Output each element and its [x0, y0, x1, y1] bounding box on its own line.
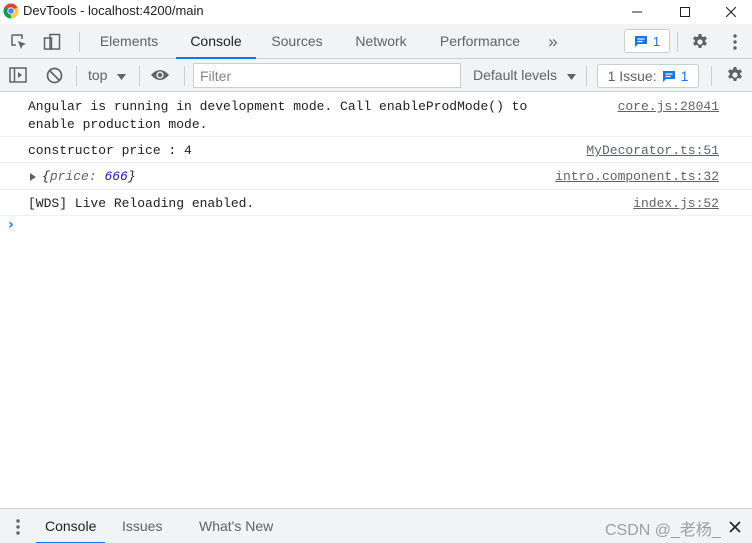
eye-icon: [151, 70, 169, 80]
log-message: Angular is running in development mode. …: [28, 98, 527, 134]
drawer-menu-button[interactable]: [8, 517, 28, 537]
log-source-link[interactable]: intro.component.ts:32: [555, 168, 719, 186]
context-selector[interactable]: top: [88, 67, 127, 83]
tab-sources[interactable]: Sources: [260, 24, 334, 59]
chrome-icon: [3, 3, 19, 19]
clear-icon: [46, 67, 62, 83]
devtools-tab-bar: Elements Console Sources Network Perform…: [0, 24, 752, 59]
more-tabs-button[interactable]: »: [540, 24, 566, 59]
expand-triangle-icon[interactable]: [30, 173, 36, 181]
gear-icon: [728, 67, 742, 81]
minimize-icon: [632, 11, 642, 13]
drawer-tab-console[interactable]: Console: [36, 509, 106, 543]
message-icon: [634, 35, 647, 47]
tab-network[interactable]: Network: [343, 24, 419, 59]
tab-elements[interactable]: Elements: [88, 24, 170, 59]
chevron-down-icon: [117, 74, 127, 80]
issues-label: 1 Issue:: [607, 68, 657, 84]
log-message-line: enable production mode.: [28, 117, 208, 132]
drawer-tab-bar: Console Issues What's New CSDN @_老杨_: [0, 508, 752, 543]
log-source-link[interactable]: core.js:28041: [618, 98, 719, 116]
console-settings-button[interactable]: [725, 65, 745, 85]
log-source-link[interactable]: index.js:52: [633, 195, 719, 213]
console-output: Angular is running in development mode. …: [0, 93, 752, 508]
window-title: DevTools - localhost:4200/main: [23, 3, 204, 18]
close-drawer-button[interactable]: [726, 518, 744, 536]
toolbar-divider: [139, 66, 140, 86]
settings-button[interactable]: [690, 32, 710, 52]
kebab-menu-icon: [16, 519, 20, 535]
drawer-tab-issues[interactable]: Issues: [113, 509, 171, 543]
window-title-bar: DevTools - localhost:4200/main: [0, 0, 752, 24]
log-message-line: Angular is running in development mode. …: [28, 99, 528, 114]
context-label: top: [88, 67, 108, 83]
kebab-menu-icon: [733, 34, 737, 50]
watermark: CSDN @_老杨_: [605, 522, 721, 539]
maximize-button[interactable]: [662, 0, 708, 24]
console-prompt-icon[interactable]: ›: [8, 217, 14, 233]
sidebar-toggle-icon: [9, 67, 27, 83]
toolbar-divider: [711, 66, 712, 86]
chevron-down-icon: [566, 74, 576, 80]
device-mode-icon: [43, 33, 61, 50]
clear-console-button[interactable]: [44, 65, 64, 85]
log-object[interactable]: {price: 666}: [42, 168, 136, 186]
issues-button[interactable]: 1 Issue: 1: [597, 64, 699, 88]
console-toolbar: top Default levels 1 Issue: 1: [0, 59, 752, 92]
toolbar-divider: [76, 66, 77, 86]
log-levels-dropdown[interactable]: Default levels: [473, 67, 576, 83]
log-entry: Angular is running in development mode. …: [0, 93, 752, 137]
close-icon: [729, 521, 741, 533]
messages-badge[interactable]: 1: [624, 29, 670, 53]
inspect-element-button[interactable]: [9, 32, 29, 52]
device-toolbar-button[interactable]: [42, 32, 62, 52]
object-separator: :: [88, 169, 105, 184]
object-brace: {: [42, 169, 50, 184]
maximize-icon: [680, 7, 690, 17]
toolbar-divider: [586, 66, 587, 86]
drawer-tab-whats-new[interactable]: What's New: [190, 509, 282, 543]
log-source-link[interactable]: MyDecorator.ts:51: [586, 142, 719, 160]
gear-icon: [693, 34, 707, 48]
close-window-button[interactable]: [708, 0, 752, 24]
live-expression-button[interactable]: [150, 65, 170, 85]
show-sidebar-button[interactable]: [8, 65, 28, 85]
more-options-button[interactable]: [725, 32, 745, 52]
object-brace: }: [127, 169, 136, 184]
inspect-icon: [11, 34, 26, 49]
log-entry: {price: 666} intro.component.ts:32: [0, 163, 752, 190]
toolbar-divider: [677, 32, 678, 52]
object-value: 666: [104, 169, 128, 184]
log-entry: [WDS] Live Reloading enabled. index.js:5…: [0, 190, 752, 216]
tab-console[interactable]: Console: [176, 24, 256, 59]
close-icon: [726, 7, 736, 17]
toolbar-divider: [184, 66, 185, 86]
message-icon: [662, 70, 675, 82]
log-message: [WDS] Live Reloading enabled.: [28, 196, 255, 211]
filter-input[interactable]: [193, 63, 461, 88]
tab-performance[interactable]: Performance: [430, 24, 530, 59]
minimize-button[interactable]: [614, 0, 660, 24]
log-levels-label: Default levels: [473, 67, 558, 83]
log-entry: constructor price : 4 MyDecorator.ts:51: [0, 137, 752, 163]
toolbar-divider: [79, 32, 80, 52]
object-key: price: [49, 169, 89, 184]
log-message: constructor price : 4: [28, 143, 192, 158]
issues-count: 1: [680, 68, 689, 84]
messages-count: 1: [652, 33, 661, 49]
